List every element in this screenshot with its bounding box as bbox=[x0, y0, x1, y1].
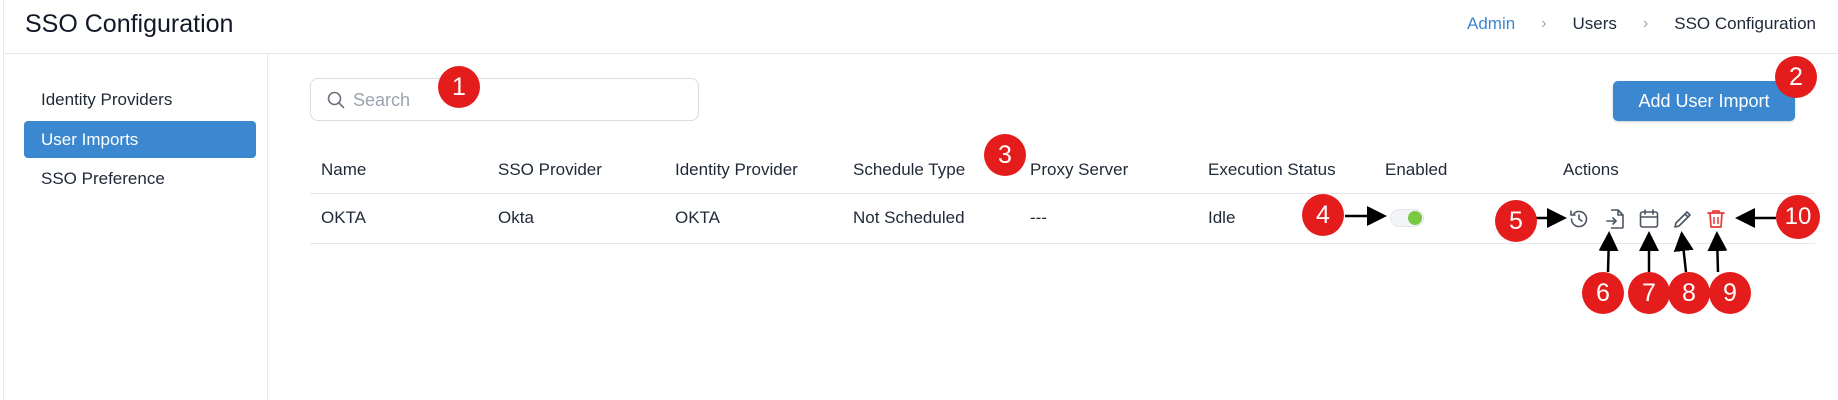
arrow-8 bbox=[1673, 231, 1694, 273]
annotation-badge-2: 2 bbox=[1775, 56, 1817, 98]
annotation-badge-10: 10 bbox=[1776, 195, 1820, 239]
annotation-badge-9: 9 bbox=[1709, 272, 1751, 314]
annotation-badge-6: 6 bbox=[1582, 272, 1624, 314]
arrow-6 bbox=[1598, 231, 1619, 273]
arrow-9 bbox=[1707, 231, 1728, 273]
annotation-badge-3: 3 bbox=[984, 134, 1026, 176]
annotation-badge-4: 4 bbox=[1302, 194, 1344, 236]
annotation-badge-1: 1 bbox=[438, 66, 480, 108]
annotation-badge-8: 8 bbox=[1668, 272, 1710, 314]
annotation-arrows bbox=[1345, 206, 1776, 273]
annotation-badge-7: 7 bbox=[1628, 272, 1670, 314]
annotation-badge-5: 5 bbox=[1495, 200, 1537, 242]
